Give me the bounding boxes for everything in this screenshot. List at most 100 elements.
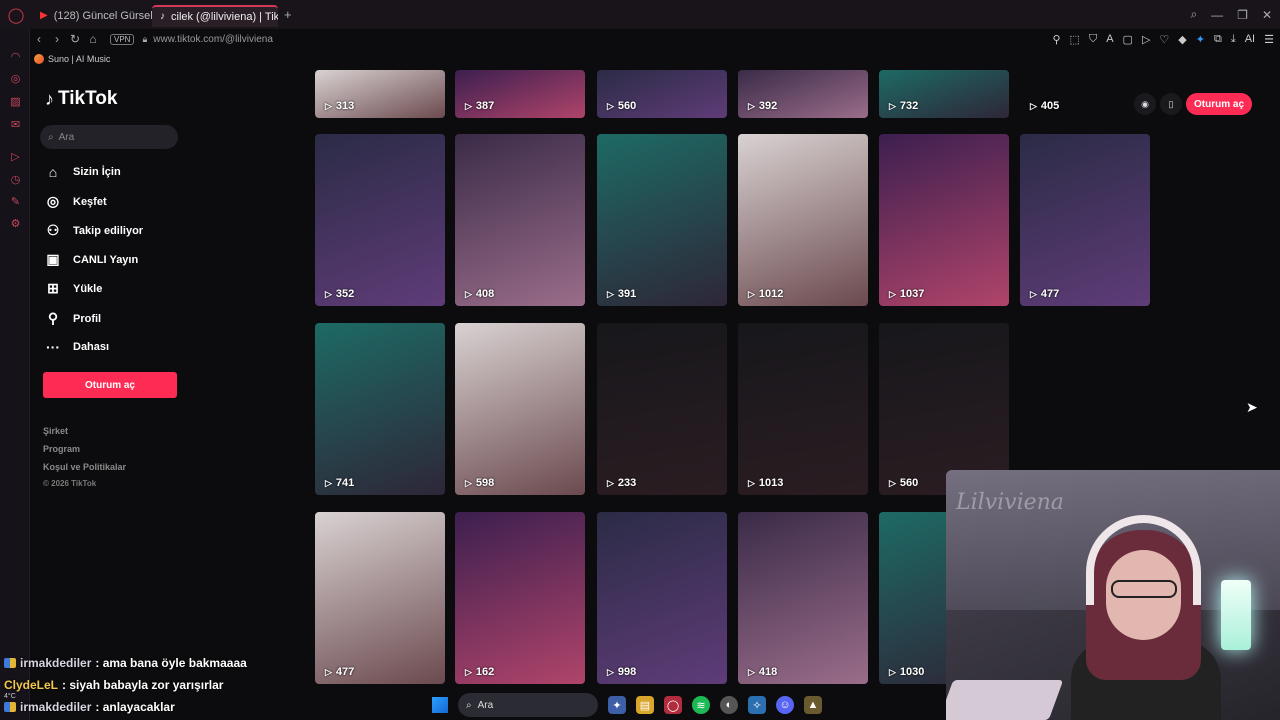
chat-message: ClydeLeL : siyah babayla zor yarışırlar (4, 678, 223, 692)
view-count-value: 313 (335, 100, 355, 112)
search-tabs-icon[interactable]: ⌕ (1190, 7, 1197, 22)
shield-icon[interactable]: ⛉ (1089, 33, 1097, 46)
chat-text: : siyah babayla zor yarışırlar (62, 678, 224, 692)
extension-1-icon[interactable]: ◆ (1178, 33, 1186, 46)
coin-icon[interactable]: ◉ (1134, 93, 1156, 115)
video-card[interactable]: ▷ 162 (455, 512, 585, 684)
play-icon[interactable]: ▷ (1142, 33, 1150, 46)
back-icon[interactable]: ‹ (30, 32, 48, 46)
footer-link-terms[interactable]: Koşul ve Politikalar (43, 462, 126, 472)
opera-ai-icon[interactable]: ◠ (9, 51, 22, 64)
video-card[interactable]: ▷ 477 (1020, 134, 1150, 306)
view-count-value: 732 (899, 100, 919, 112)
view-count: ▷ 998 (607, 666, 636, 678)
video-card[interactable]: ▷ 313 (315, 70, 445, 118)
opera-logo-icon[interactable]: ◯ (0, 0, 32, 29)
nav-profile[interactable]: ⚲ Profil (45, 310, 101, 327)
chat-username: irmakdediler (20, 656, 92, 670)
video-card[interactable]: ▷ 598 (455, 323, 585, 495)
heart-icon[interactable]: ♡ (1159, 33, 1169, 46)
video-card[interactable]: ▷ 352 (315, 134, 445, 306)
view-count-value: 998 (617, 666, 637, 678)
video-card[interactable]: ▷ 387 (455, 70, 585, 118)
video-card[interactable]: ▷ 732 (879, 70, 1009, 118)
snapshot-icon[interactable]: ⬚ (1070, 33, 1080, 46)
file-explorer-icon[interactable]: ▤ (636, 696, 654, 714)
view-count-value: 408 (475, 288, 495, 300)
top-login-button[interactable]: Oturum aç (1186, 93, 1253, 115)
video-card[interactable]: ▷ 560 (597, 70, 727, 118)
video-card[interactable]: ▷ 477 (315, 512, 445, 684)
view-count: ▷ 233 (607, 477, 636, 489)
video-card[interactable]: ▷ 391 (597, 134, 727, 306)
new-tab-button[interactable]: + (284, 7, 292, 22)
tiktok-logo[interactable]: ♪ TikTok (45, 88, 117, 110)
app-icon[interactable]: ✧ (748, 696, 766, 714)
lamp (1221, 580, 1251, 650)
taskbar-search[interactable]: ⌕ Ara (458, 693, 598, 717)
play-icon: ▷ (889, 288, 896, 299)
vpn-badge[interactable]: VPN (110, 33, 135, 45)
camera-icon[interactable]: ▢ (1123, 33, 1133, 46)
video-card[interactable]: ▷ 1013 (738, 323, 868, 495)
nav-following[interactable]: ⚇ Takip ediliyor (45, 222, 143, 239)
settings-icon[interactable]: ⚙ (9, 218, 22, 231)
tab-tiktok[interactable]: ♪ cilek (@lilviviena) | TikTok (152, 4, 278, 27)
footer-link-program[interactable]: Program (43, 444, 80, 454)
minimize-icon[interactable]: — (1211, 8, 1223, 22)
nav-upload[interactable]: ⊞ Yükle (45, 280, 102, 297)
video-card[interactable]: ▷ 392 (738, 70, 868, 118)
weather-widget[interactable]: 4°C (4, 693, 16, 700)
reload-icon[interactable]: ↻ (66, 32, 84, 46)
extensions-icon[interactable]: ⧉ (1214, 33, 1222, 46)
menu-icon[interactable]: ☰ (1264, 33, 1274, 46)
video-card[interactable]: ▷ 418 (738, 512, 868, 684)
logo-text: TikTok (58, 88, 118, 109)
video-card[interactable]: ▷ 1012 (738, 134, 868, 306)
copilot-icon[interactable]: ✦ (608, 696, 626, 714)
translate-icon[interactable]: A (1106, 33, 1113, 45)
extension-2-icon[interactable]: ✦ (1196, 33, 1205, 46)
taskbar-search-placeholder: Ara (477, 699, 494, 711)
search-input[interactable]: ⌕ Ara (40, 125, 178, 149)
video-card[interactable]: ▷ 741 (315, 323, 445, 495)
home-button-icon[interactable]: ⌂ (84, 32, 102, 46)
discord-icon[interactable]: ☺ (776, 696, 794, 714)
video-card[interactable]: ▷ 233 (597, 323, 727, 495)
nav-explore[interactable]: ◎ Keşfet (45, 193, 107, 210)
extensions-sidebar-icon[interactable]: ✎ (9, 196, 22, 209)
video-card[interactable]: ▷ 1037 (879, 134, 1009, 306)
view-count: ▷ 391 (607, 288, 636, 300)
messenger-icon[interactable]: ✉ (9, 119, 22, 132)
nav-live[interactable]: ▣ CANLI Yayın (45, 251, 138, 268)
opera-taskbar-icon[interactable]: ◯ (664, 696, 682, 714)
video-card[interactable]: ▷ 405 (1020, 70, 1150, 118)
bookmark-suno[interactable]: Suno | AI Music (48, 54, 110, 64)
pin-icon[interactable]: ⚲ (1052, 33, 1060, 46)
close-icon[interactable]: ✕ (1262, 8, 1272, 22)
forward-icon[interactable]: › (48, 32, 66, 46)
windows-start-icon[interactable] (432, 697, 448, 713)
crypto-wallet-icon[interactable]: ▨ (9, 96, 22, 109)
nav-more[interactable]: ··· Dahası (45, 339, 109, 355)
player-icon[interactable]: ▷ (9, 151, 22, 164)
phone-icon[interactable]: ▯ (1160, 93, 1182, 115)
video-card[interactable]: ▷ 408 (455, 134, 585, 306)
login-button[interactable]: Oturum aç (43, 372, 177, 398)
chat-text: : ama bana öyle bakmaaaa (95, 656, 247, 670)
ai-button[interactable]: AI (1245, 33, 1255, 45)
history-icon[interactable]: ◷ (9, 174, 22, 187)
instagram-icon[interactable]: ◎ (9, 73, 22, 86)
play-icon: ▷ (748, 477, 755, 488)
spotify-icon[interactable]: ≋ (692, 696, 710, 714)
video-card[interactable]: ▷ 998 (597, 512, 727, 684)
game-icon[interactable]: ▲ (804, 696, 822, 714)
nav-for-you[interactable]: ⌂ Sizin İçin (45, 164, 121, 180)
badge-icon (4, 702, 16, 712)
footer-link-company[interactable]: Şirket (43, 426, 68, 436)
tab-youtube[interactable]: ▶ (128) Güncel Gürsel Artıkta (32, 5, 152, 27)
obs-icon[interactable]: ◐ (720, 696, 738, 714)
url-field[interactable]: www.tiktok.com/@lilviviena (153, 34, 273, 45)
download-icon[interactable]: ⤓ (1231, 33, 1236, 46)
maximize-icon[interactable]: ❐ (1237, 8, 1248, 22)
